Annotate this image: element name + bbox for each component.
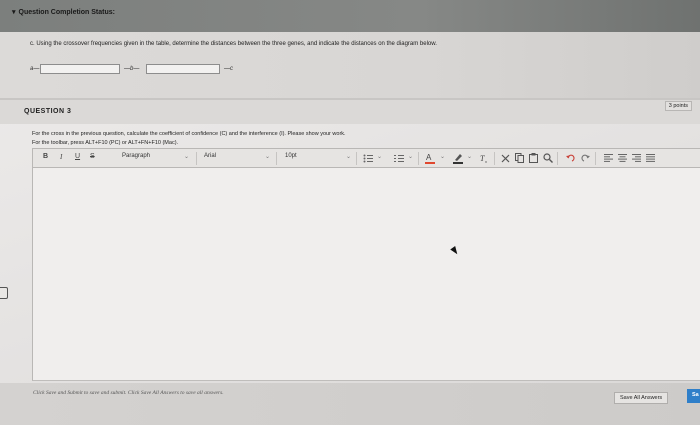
svg-text:A: A xyxy=(426,153,432,162)
distance-a-b-input[interactable] xyxy=(40,64,120,74)
highlight-color-icon[interactable] xyxy=(453,152,463,164)
bulleted-list-icon[interactable] xyxy=(363,154,373,163)
cut-icon[interactable] xyxy=(501,154,510,163)
completion-status-toggle[interactable]: ▾ Question Completion Status: xyxy=(12,8,115,16)
text-color-icon[interactable]: A xyxy=(425,152,435,164)
status-header: ▾ Question Completion Status: xyxy=(0,0,700,32)
redo-icon[interactable] xyxy=(581,153,590,162)
toolbar-separator xyxy=(557,152,558,165)
gene-diagram: a— —b— —c xyxy=(30,64,270,76)
search-icon[interactable] xyxy=(543,153,553,163)
points-badge: 3 points xyxy=(664,101,692,111)
chevron-down-icon[interactable]: ⌄ xyxy=(377,153,382,160)
gene-b-label: —b— xyxy=(124,66,140,72)
toolbar-separator xyxy=(276,152,277,165)
bold-button[interactable]: B xyxy=(43,153,48,160)
clear-formatting-icon[interactable]: T x xyxy=(479,153,489,163)
toolbar-separator xyxy=(196,152,197,165)
footer-bar: Click Save and Submit to save and submit… xyxy=(0,383,700,425)
toolbar-separator xyxy=(595,152,596,165)
toolbar-separator xyxy=(356,152,357,165)
footer-instructions: Click Save and Submit to save and submit… xyxy=(33,390,224,396)
gene-a-label: a— xyxy=(30,66,40,72)
distance-b-c-input[interactable] xyxy=(146,64,220,74)
font-family-dropdown[interactable]: Arial xyxy=(204,153,216,159)
chevron-down-icon: ▾ xyxy=(12,9,16,16)
part-c-section: c. Using the crossover frequencies given… xyxy=(0,32,700,98)
chevron-down-icon[interactable]: ⌄ xyxy=(467,153,472,160)
editor-toolbar: B I U S Paragraph ⌄ Arial ⌄ 10pt ⌄ ⌄ ⌄ A… xyxy=(32,148,700,168)
question-3-text: For the cross in the previous question, … xyxy=(32,131,346,137)
save-and-submit-label: Sa xyxy=(692,392,699,398)
save-and-submit-button[interactable]: Sa xyxy=(687,389,700,403)
question-3-header: QUESTION 3 3 points xyxy=(0,100,700,124)
align-justify-icon[interactable] xyxy=(646,154,655,162)
toolbar-separator xyxy=(494,152,495,165)
numbered-list-icon[interactable] xyxy=(394,154,404,163)
align-center-icon[interactable] xyxy=(618,154,627,162)
strikethrough-button[interactable]: S xyxy=(90,153,95,160)
svg-text:x: x xyxy=(485,159,487,163)
paste-icon[interactable] xyxy=(529,153,538,163)
question-3-title: QUESTION 3 xyxy=(24,108,72,115)
answer-editor[interactable] xyxy=(32,168,700,381)
gene-c-label: —c xyxy=(224,66,233,72)
toolbar-separator xyxy=(418,152,419,165)
align-left-icon[interactable] xyxy=(604,154,613,162)
copy-icon[interactable] xyxy=(515,153,524,163)
font-size-dropdown[interactable]: 10pt xyxy=(285,153,297,159)
part-c-question: c. Using the crossover frequencies given… xyxy=(30,41,437,47)
save-all-answers-button[interactable]: Save All Answers xyxy=(614,392,669,404)
italic-button[interactable]: I xyxy=(60,153,62,161)
completion-status-label: Question Completion Status: xyxy=(18,9,115,16)
chevron-down-icon[interactable]: ⌄ xyxy=(184,153,189,160)
undo-icon[interactable] xyxy=(566,153,575,162)
chevron-down-icon[interactable]: ⌄ xyxy=(408,153,413,160)
align-right-icon[interactable] xyxy=(632,154,641,162)
toolbar-hint: For the toolbar, press ALT+F10 (PC) or A… xyxy=(32,140,179,146)
paragraph-dropdown[interactable]: Paragraph xyxy=(122,153,150,159)
chevron-down-icon[interactable]: ⌄ xyxy=(346,153,351,160)
chevron-down-icon[interactable]: ⌄ xyxy=(265,153,270,160)
chevron-down-icon[interactable]: ⌄ xyxy=(440,153,445,160)
underline-button[interactable]: U xyxy=(75,153,80,160)
side-panel-handle[interactable] xyxy=(0,287,8,299)
